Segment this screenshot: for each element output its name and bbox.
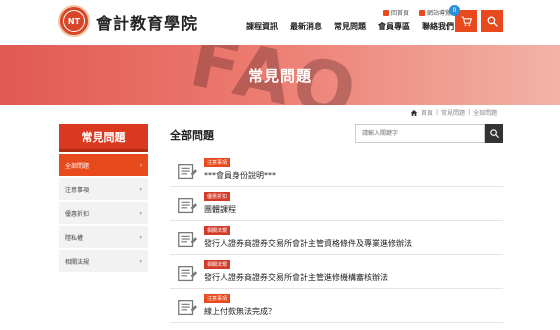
- home-link-label: 回首頁: [391, 10, 410, 17]
- document-icon: [178, 198, 198, 214]
- sidebar: 常見問題 全部問題 › 注意事項 › 優惠折扣 › 隱私權 › 相關法規 ›: [59, 124, 148, 272]
- search-submit-button[interactable]: [485, 124, 503, 143]
- faq-question[interactable]: ***會員身份說明***: [204, 170, 276, 181]
- faq-list: 注意事項 ***會員身份說明*** 優惠折扣 團體課程 相關法規 發行人證券商證…: [170, 153, 503, 323]
- faq-question[interactable]: 團體課程: [204, 204, 236, 215]
- sidebar-item-discounts[interactable]: 優惠折扣 ›: [59, 202, 148, 224]
- nav-courses[interactable]: 課程資訊: [246, 21, 278, 32]
- sidebar-item-regulations[interactable]: 相關法規 ›: [59, 250, 148, 272]
- faq-tag: 注意事項: [204, 158, 231, 167]
- home-link[interactable]: 回首頁: [383, 8, 409, 17]
- home-icon: [383, 9, 389, 16]
- document-icon: [178, 300, 198, 316]
- logo-seal-text: NT: [63, 10, 85, 32]
- sidebar-item-label: 注意事項: [65, 186, 90, 194]
- sidebar-item-all[interactable]: 全部問題 ›: [59, 154, 148, 176]
- page-banner: FAQ 常見問題: [0, 45, 560, 105]
- faq-tag: 注意事項: [204, 294, 231, 303]
- breadcrumb-faq[interactable]: 常見問題: [441, 108, 465, 117]
- chevron-right-icon: ›: [139, 209, 142, 217]
- document-icon: [178, 232, 198, 248]
- faq-item[interactable]: 相關法規 發行人證券商證券交易所會計主管資格條件及專業進修辦法: [170, 221, 503, 255]
- home-icon: [410, 109, 418, 116]
- breadcrumb-separator: |: [436, 109, 439, 116]
- faq-question[interactable]: 發行人證券商證券交易所會計主管資格條件及專業進修辦法: [204, 238, 412, 249]
- document-icon: [178, 164, 198, 180]
- nav-member[interactable]: 會員專區: [378, 21, 410, 32]
- cart-count-badge: 0: [449, 5, 460, 16]
- cart-icon: [461, 16, 472, 26]
- sidebar-item-privacy[interactable]: 隱私權 ›: [59, 226, 148, 248]
- header-search-button[interactable]: [481, 10, 503, 32]
- breadcrumb: 首頁 | 常見問題 | 全部問題: [410, 108, 497, 117]
- chevron-right-icon: ›: [139, 233, 142, 241]
- sitemap-link-label: 網站導覽: [427, 10, 452, 17]
- sidebar-item-label: 優惠折扣: [65, 210, 90, 218]
- faq-question[interactable]: 發行人證券商證券交易所會計主管進修機構審核辦法: [204, 272, 388, 283]
- chevron-right-icon: ›: [139, 257, 142, 265]
- site-header: NT 會計教育學院 回首頁 網站導覽 課程資訊 最新消息 常見問題 會員專區 聯…: [0, 0, 560, 45]
- sitemap-icon: [419, 9, 426, 16]
- search-icon: [489, 129, 499, 139]
- search-icon: [487, 16, 498, 27]
- chevron-right-icon: ›: [139, 185, 142, 193]
- logo-seal-icon[interactable]: NT: [58, 5, 90, 37]
- breadcrumb-separator: |: [468, 109, 471, 116]
- faq-question[interactable]: 線上付款無法完成？: [204, 306, 276, 317]
- faq-item[interactable]: 注意事項 線上付款無法完成？: [170, 289, 503, 323]
- faq-tag: 相關法規: [204, 260, 231, 269]
- faq-item[interactable]: 注意事項 ***會員身份說明***: [170, 153, 503, 187]
- top-links: 回首頁 網站導覽: [383, 8, 451, 17]
- faq-tag: 相關法規: [204, 226, 231, 235]
- chevron-right-icon: ›: [139, 161, 142, 169]
- sidebar-item-label: 隱私權: [65, 234, 84, 242]
- main-nav: 課程資訊 最新消息 常見問題 會員專區 聯絡我們: [246, 21, 454, 32]
- logo-text[interactable]: 會計教育學院: [96, 10, 198, 34]
- banner-title: 常見問題: [247, 67, 312, 85]
- breadcrumb-home[interactable]: 首頁: [421, 108, 433, 117]
- sidebar-item-notes[interactable]: 注意事項 ›: [59, 178, 148, 200]
- page-title: 全部問題: [170, 129, 214, 142]
- nav-faq[interactable]: 常見問題: [334, 21, 366, 32]
- breadcrumb-current: 全部問題: [473, 110, 498, 117]
- sidebar-item-label: 相關法規: [65, 258, 90, 266]
- faq-item[interactable]: 優惠折扣 團體課程: [170, 187, 503, 221]
- document-icon: [178, 266, 198, 282]
- sidebar-item-label: 全部問題: [65, 162, 90, 170]
- faq-tag: 優惠折扣: [204, 192, 231, 201]
- faq-item[interactable]: 相關法規 發行人證券商證券交易所會計主管進修機構審核辦法: [170, 255, 503, 289]
- sidebar-title: 常見問題: [59, 124, 148, 152]
- sitemap-link[interactable]: 網站導覽: [419, 8, 451, 17]
- nav-news[interactable]: 最新消息: [290, 21, 322, 32]
- nav-contact[interactable]: 聯絡我們: [422, 21, 454, 32]
- search-input[interactable]: [355, 124, 485, 143]
